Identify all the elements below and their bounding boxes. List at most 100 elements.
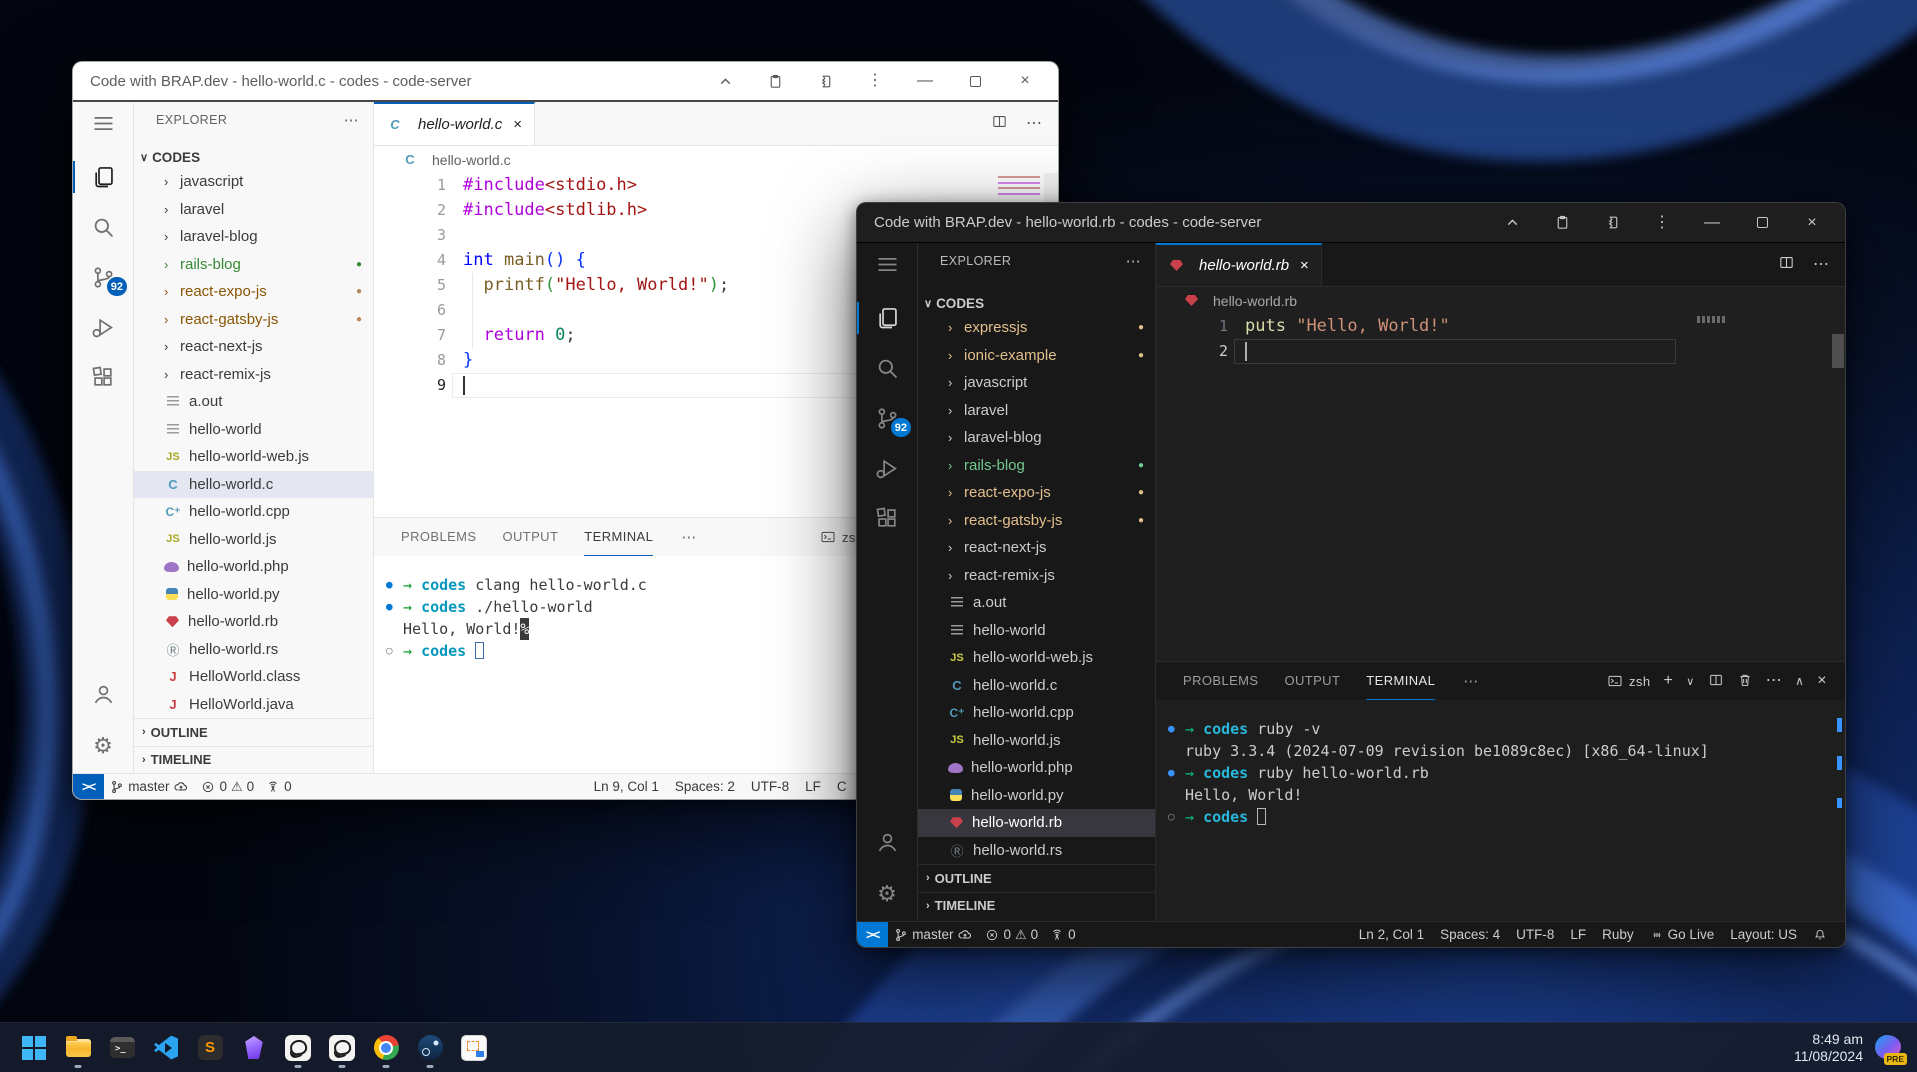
maximize-icon[interactable] bbox=[1745, 210, 1779, 236]
explorer-actions-icon[interactable]: ⋯ bbox=[344, 111, 359, 129]
tab-output[interactable]: OUTPUT bbox=[1284, 662, 1340, 700]
tree-item[interactable]: › hello-world.php bbox=[918, 754, 1155, 782]
ports-indicator[interactable]: 0 bbox=[260, 779, 298, 794]
tree-item[interactable]: › hello-world-web.js bbox=[134, 443, 373, 471]
remote-indicator[interactable]: >< bbox=[857, 922, 888, 947]
source-control-icon[interactable]: 92 bbox=[73, 252, 133, 302]
explorer-icon[interactable] bbox=[73, 152, 133, 202]
tree-item[interactable]: › react-expo-js bbox=[918, 479, 1155, 507]
run-debug-icon[interactable] bbox=[73, 302, 133, 352]
source-control-icon[interactable]: 92 bbox=[857, 393, 917, 443]
panel-actions-icon[interactable]: ⋯ bbox=[1766, 673, 1782, 689]
terminal-dropdown-icon[interactable]: ∨ bbox=[1686, 675, 1694, 688]
tree-item[interactable]: › hello-world.js bbox=[918, 727, 1155, 755]
language-mode[interactable]: C bbox=[829, 779, 855, 794]
tree-item[interactable]: › hello-world-web.js bbox=[918, 644, 1155, 672]
tab-problems[interactable]: PROBLEMS bbox=[401, 518, 476, 556]
shell-selector[interactable]: zsh bbox=[1607, 673, 1650, 689]
tree-item[interactable]: › react-next-js bbox=[918, 534, 1155, 562]
close-panel-icon[interactable]: × bbox=[1817, 673, 1827, 689]
tree-item[interactable]: › HelloWorld.java bbox=[134, 691, 373, 719]
encoding[interactable]: UTF-8 bbox=[1508, 927, 1562, 942]
breadcrumb[interactable]: hello-world.rb bbox=[1156, 287, 1845, 314]
tree-item[interactable]: › expressjs bbox=[918, 314, 1155, 342]
tab-problems[interactable]: PROBLEMS bbox=[1183, 662, 1258, 700]
tree-item[interactable]: › laravel bbox=[918, 397, 1155, 425]
tab-close-icon[interactable]: × bbox=[1300, 257, 1309, 274]
tree-item[interactable]: › hello-world.cpp bbox=[918, 699, 1155, 727]
kebab-menu-icon[interactable]: ⋮ bbox=[858, 68, 892, 94]
copilot-icon[interactable]: PRE bbox=[1873, 1033, 1903, 1063]
editor-actions-icon[interactable]: ⋯ bbox=[1026, 116, 1042, 132]
editor-scrollbar[interactable] bbox=[1832, 334, 1844, 368]
kill-terminal-icon[interactable] bbox=[1737, 672, 1753, 691]
taskbar-item[interactable] bbox=[188, 1025, 232, 1071]
taskbar-item[interactable] bbox=[276, 1025, 320, 1071]
tree-item[interactable]: › react-gatsby-js bbox=[134, 306, 373, 334]
tab-hello-world-rb[interactable]: hello-world.rb × bbox=[1156, 243, 1322, 286]
search-icon[interactable] bbox=[73, 202, 133, 252]
tree-item[interactable]: › react-remix-js bbox=[918, 562, 1155, 590]
minimize-icon[interactable]: — bbox=[1695, 210, 1729, 236]
timeline-section[interactable]: ›TIMELINE bbox=[134, 746, 373, 774]
account-icon[interactable] bbox=[73, 669, 133, 719]
keyboard-layout[interactable]: Layout: US bbox=[1722, 927, 1805, 942]
settings-gear-icon[interactable]: ⚙ bbox=[73, 719, 133, 773]
extensions-icon[interactable] bbox=[73, 352, 133, 402]
clipboard-icon[interactable] bbox=[1545, 210, 1579, 236]
extensions-icon[interactable] bbox=[857, 493, 917, 543]
tree-item[interactable]: › HelloWorld.class bbox=[134, 663, 373, 691]
go-live[interactable]: Go Live bbox=[1642, 927, 1723, 942]
tree-item[interactable]: › laravel bbox=[134, 196, 373, 224]
tree-item[interactable]: › hello-world.py bbox=[134, 581, 373, 609]
indentation[interactable]: Spaces: 4 bbox=[1432, 927, 1508, 942]
timeline-section[interactable]: ›TIMELINE bbox=[918, 892, 1155, 920]
tree-item[interactable]: › javascript bbox=[134, 168, 373, 196]
remote-indicator[interactable]: >< bbox=[73, 774, 104, 799]
tree-item[interactable]: › hello-world.rb bbox=[918, 809, 1155, 837]
account-icon[interactable] bbox=[857, 817, 917, 867]
tree-item[interactable]: › hello-world.py bbox=[918, 782, 1155, 810]
tab-hello-world-c[interactable]: hello-world.c × bbox=[374, 102, 535, 145]
explorer-actions-icon[interactable]: ⋯ bbox=[1126, 252, 1141, 270]
tree-item[interactable]: › hello-world.rs bbox=[134, 636, 373, 664]
minimize-icon[interactable]: — bbox=[908, 68, 942, 94]
titlebar[interactable]: Code with BRAP.dev - hello-world.rb - co… bbox=[857, 203, 1845, 243]
maximize-panel-icon[interactable]: ∧ bbox=[1795, 674, 1804, 688]
close-icon[interactable]: × bbox=[1008, 68, 1042, 94]
eol[interactable]: LF bbox=[1562, 927, 1594, 942]
new-terminal-icon[interactable]: + bbox=[1663, 673, 1673, 689]
split-editor-icon[interactable] bbox=[1778, 254, 1795, 276]
explorer-icon[interactable] bbox=[857, 293, 917, 343]
tree-item[interactable]: › rails-blog bbox=[134, 251, 373, 279]
tree-item[interactable]: › hello-world.c bbox=[918, 672, 1155, 700]
tab-close-icon[interactable]: × bbox=[513, 116, 522, 133]
tree-item[interactable]: › hello-world.cpp bbox=[134, 498, 373, 526]
terminal-output[interactable]: ●→ codes ruby -vruby 3.3.4 (2024-07-09 r… bbox=[1156, 700, 1845, 921]
panel-more-icon[interactable]: ⋯ bbox=[681, 528, 696, 546]
tree-item[interactable]: › javascript bbox=[918, 369, 1155, 397]
close-icon[interactable]: × bbox=[1795, 210, 1829, 236]
breadcrumb[interactable]: hello-world.c bbox=[374, 146, 1058, 173]
tree-section-codes[interactable]: ∨CODES bbox=[134, 146, 373, 168]
minimap[interactable] bbox=[998, 173, 1040, 197]
settings-gear-icon[interactable]: ⚙ bbox=[857, 867, 917, 921]
outline-section[interactable]: ›OUTLINE bbox=[134, 718, 373, 746]
extension-puzzle-icon[interactable] bbox=[808, 68, 842, 94]
tree-item[interactable]: › hello-world bbox=[918, 617, 1155, 645]
tree-item[interactable]: › rails-blog bbox=[918, 452, 1155, 480]
taskbar-item[interactable] bbox=[144, 1025, 188, 1071]
titlebar[interactable]: Code with BRAP.dev - hello-world.c - cod… bbox=[73, 62, 1058, 102]
taskbar-item[interactable] bbox=[12, 1025, 56, 1071]
tree-item[interactable]: › react-gatsby-js bbox=[918, 507, 1155, 535]
split-terminal-icon[interactable] bbox=[1708, 672, 1724, 691]
tree-item[interactable]: › a.out bbox=[134, 388, 373, 416]
code-editor[interactable]: 1 puts "Hello, World!" 2 bbox=[1156, 314, 1845, 661]
tree-item[interactable]: › react-expo-js bbox=[134, 278, 373, 306]
tree-item[interactable]: › laravel-blog bbox=[918, 424, 1155, 452]
tab-terminal[interactable]: TERMINAL bbox=[584, 518, 653, 556]
tree-item[interactable]: › hello-world bbox=[134, 416, 373, 444]
tree-item[interactable]: › react-remix-js bbox=[134, 361, 373, 389]
problems-indicator[interactable]: 0 ⚠ 0 bbox=[979, 927, 1044, 943]
tree-item[interactable]: › ionic-example bbox=[918, 342, 1155, 370]
